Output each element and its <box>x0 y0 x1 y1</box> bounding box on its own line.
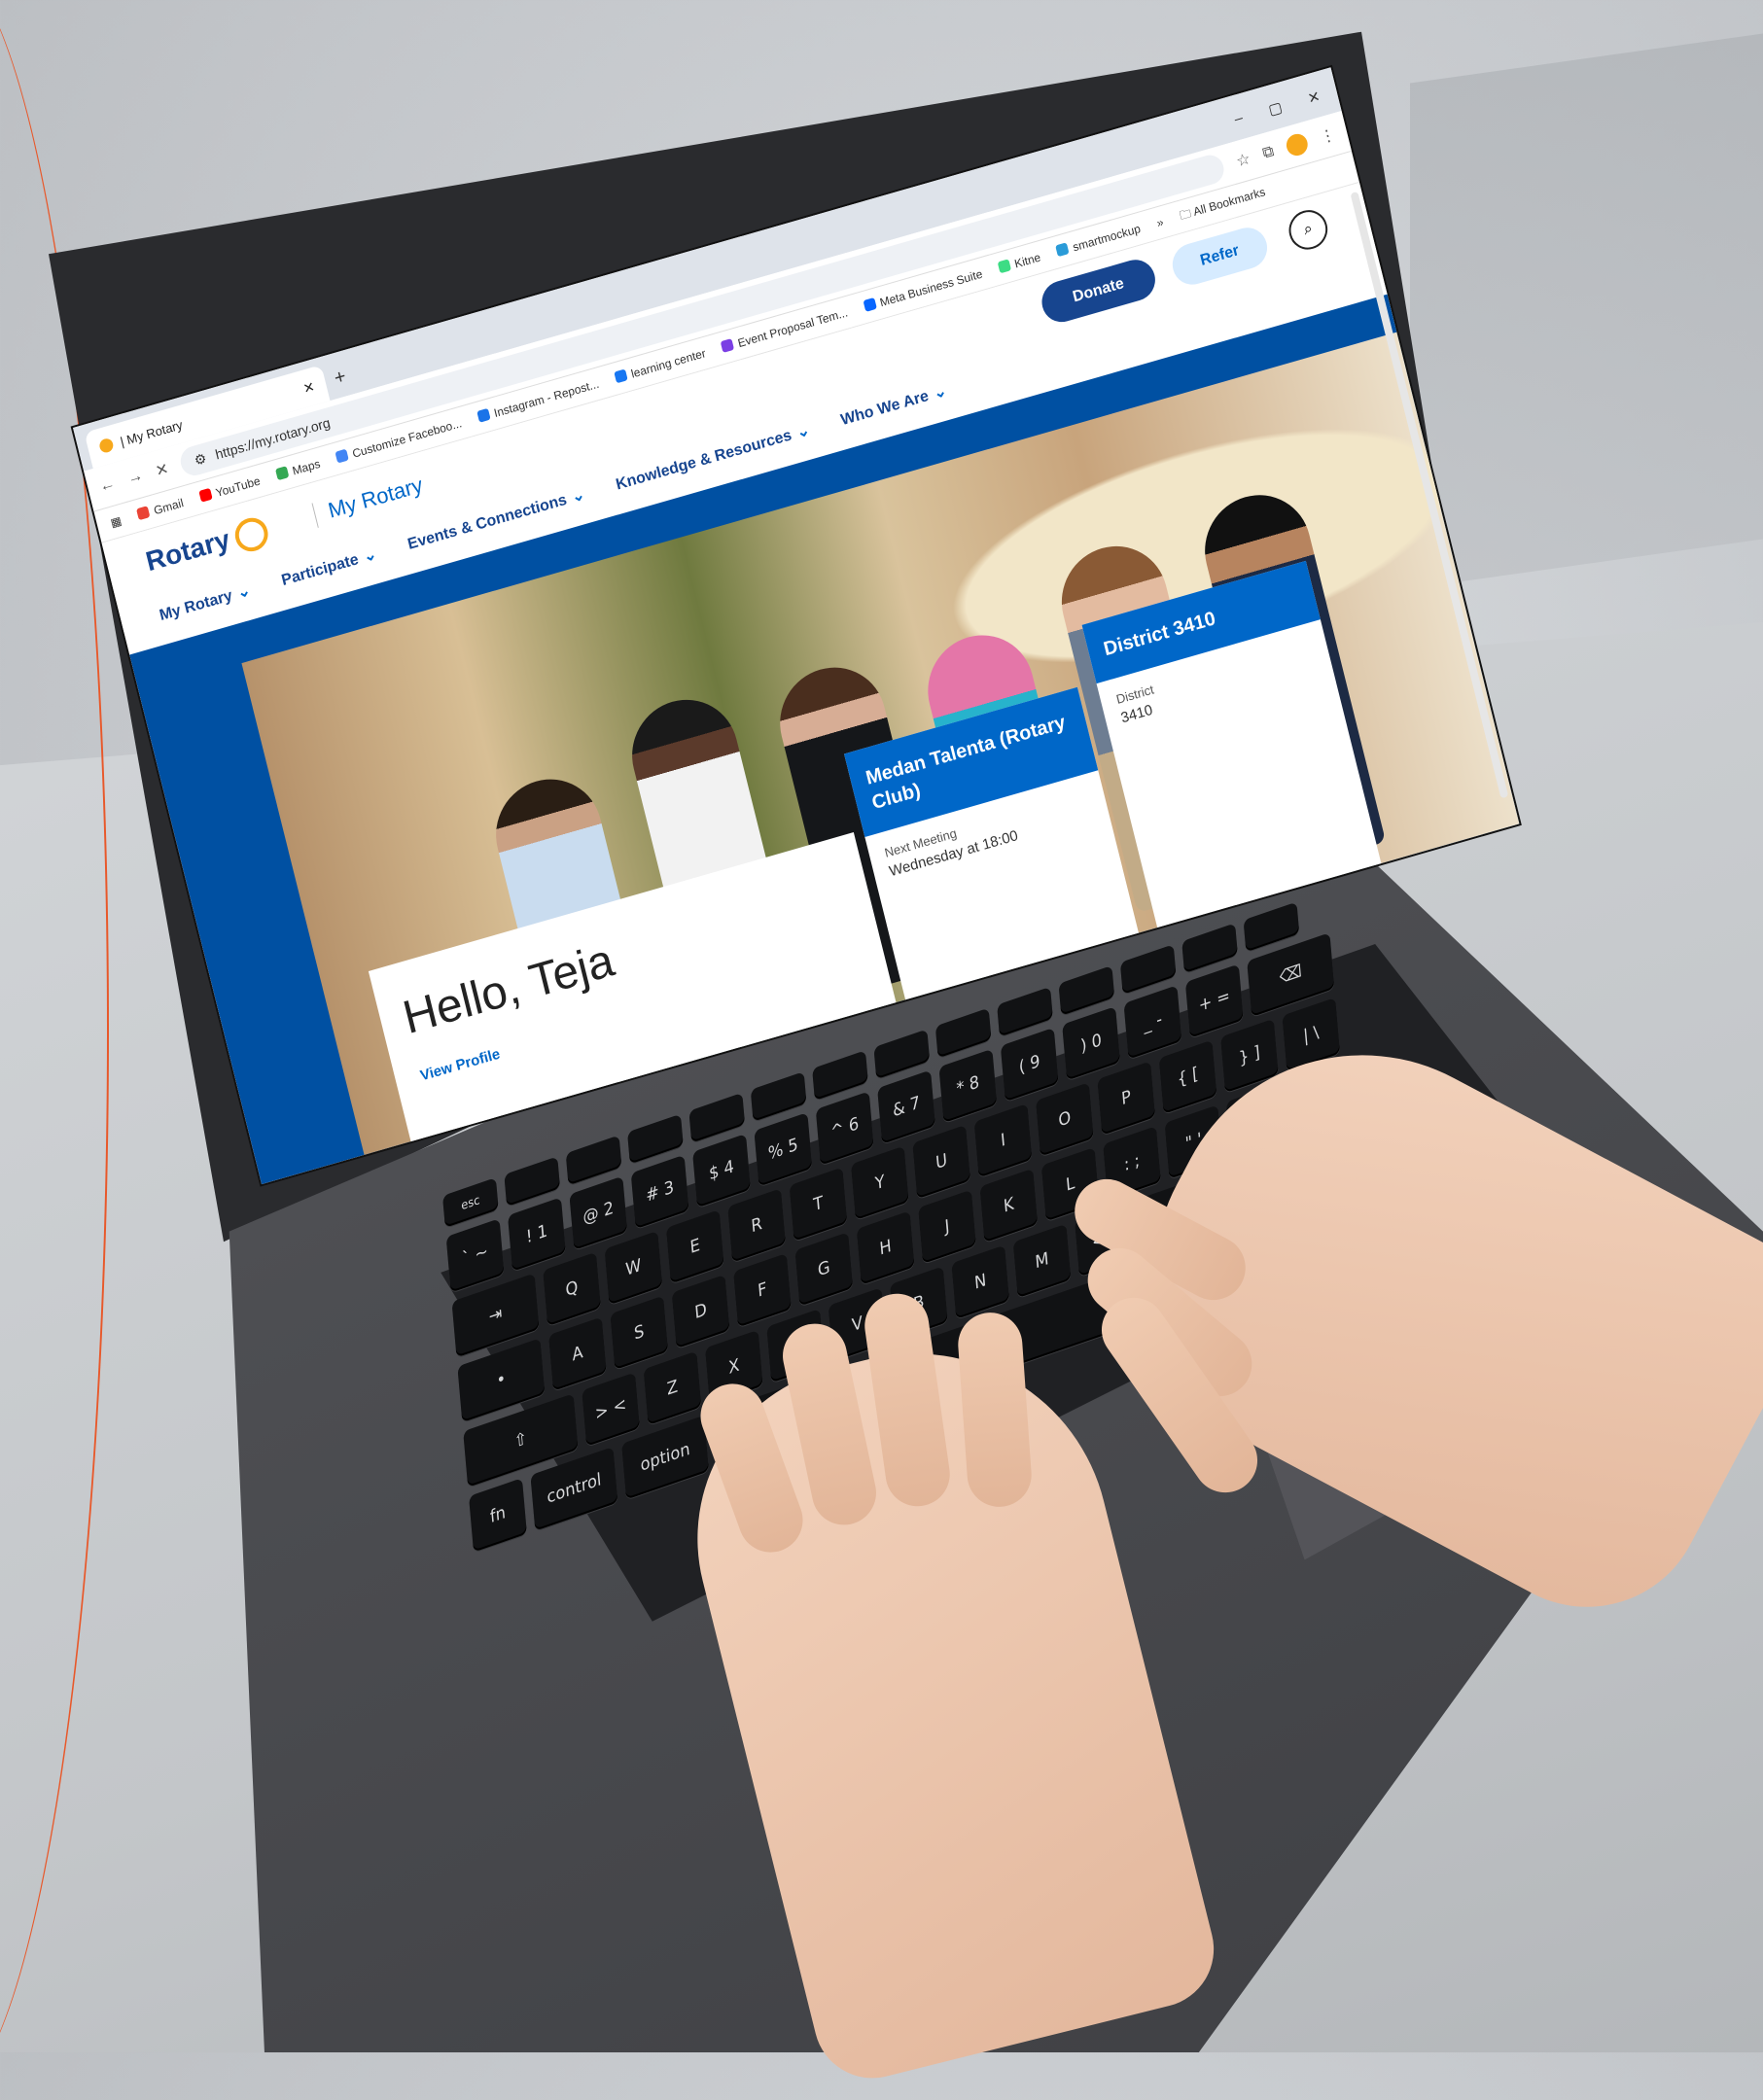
keyboard-key[interactable]: N <box>951 1244 1010 1319</box>
keyboard-key[interactable]: * 8 <box>938 1048 998 1124</box>
more-bookmarks-button[interactable]: » <box>1155 215 1165 229</box>
document-icon <box>721 337 735 353</box>
keyboard-key[interactable]: F <box>733 1253 792 1328</box>
logo-text: Rotary <box>142 523 233 578</box>
keyboard-key[interactable]: Z <box>643 1350 702 1425</box>
keyboard-key[interactable]: % 5 <box>754 1112 813 1187</box>
chevron-down-icon: ⌄ <box>794 421 812 442</box>
keyboard-key[interactable]: ` ~ <box>445 1218 505 1293</box>
keyboard-key[interactable]: J <box>918 1189 976 1264</box>
search-icon[interactable]: ⌕ <box>1285 205 1332 255</box>
keyboard-key[interactable]: { [ <box>1158 1039 1217 1114</box>
left-finger <box>956 1310 1034 1510</box>
keyboard-key[interactable]: R <box>727 1188 787 1263</box>
gmail-icon <box>136 506 151 521</box>
bookmark-maps[interactable]: Maps <box>274 456 322 482</box>
wall-shadow <box>1410 33 1763 589</box>
extensions-icon[interactable]: ⧉ <box>1261 143 1276 163</box>
instagram-icon <box>476 407 491 423</box>
keyboard-key[interactable]: # 3 <box>630 1154 689 1230</box>
forward-icon[interactable]: → <box>125 467 145 488</box>
meta-icon <box>863 298 877 313</box>
bookmark-label: Gmail <box>152 496 186 518</box>
smartmockup-icon <box>1055 242 1070 258</box>
menu-icon[interactable]: ⋮ <box>1318 124 1337 148</box>
chevron-down-icon: ⌄ <box>570 486 587 507</box>
keyboard-key[interactable]: A <box>547 1316 607 1391</box>
minimize-button[interactable]: – <box>1233 110 1245 129</box>
stop-icon[interactable]: ✕ <box>154 459 171 481</box>
bookmark-kitne[interactable]: Kitne <box>997 250 1042 275</box>
keyboard-key[interactable]: K <box>979 1168 1039 1243</box>
chevron-down-icon: ⌄ <box>362 545 379 566</box>
keyboard-key[interactable]: fn <box>469 1478 527 1553</box>
apps-icon[interactable]: ▦ <box>109 513 123 530</box>
google-icon <box>335 448 350 464</box>
nav-who-we-are[interactable]: Who We Are ⌄ <box>839 381 949 430</box>
keyboard-key[interactable]: Q <box>543 1251 601 1327</box>
youtube-icon <box>198 487 213 503</box>
keyboard-key[interactable]: G <box>794 1232 854 1307</box>
keyboard-key[interactable]: S <box>610 1295 669 1371</box>
close-window-button[interactable]: ✕ <box>1306 88 1322 108</box>
star-icon[interactable]: ☆ <box>1234 149 1252 171</box>
keyboard-key[interactable]: + = <box>1184 963 1244 1038</box>
refer-button[interactable]: Refer <box>1168 223 1272 290</box>
tab-title: | My Rotary <box>118 416 185 449</box>
close-tab-icon[interactable]: ✕ <box>301 378 316 398</box>
bookmark-label: Kitne <box>1012 250 1042 271</box>
nav-label: Participate <box>279 551 361 590</box>
keyboard-key[interactable]: & 7 <box>877 1069 936 1144</box>
chevron-down-icon: ⌄ <box>932 382 949 402</box>
keyboard-key[interactable]: T <box>789 1167 848 1242</box>
nav-participate[interactable]: Participate ⌄ <box>279 544 378 590</box>
kitne-icon <box>997 259 1012 274</box>
bookmark-label: Maps <box>291 456 322 478</box>
keyboard-key[interactable]: ! 1 <box>508 1197 566 1272</box>
keyboard-key[interactable]: _ - <box>1123 985 1182 1060</box>
nav-my-rotary[interactable]: My Rotary ⌄ <box>158 580 253 625</box>
keyboard-key[interactable]: O <box>1035 1082 1094 1157</box>
keyboard-key[interactable]: ) 0 <box>1062 1006 1121 1081</box>
bookmark-label: YouTube <box>214 473 262 501</box>
photo-scene: esc ` ~! 1 @ 2 # 3 $ 4% 5 ^ 6 & 7 * 8( 9) 0 _ - +… <box>0 0 1763 2100</box>
view-profile-link[interactable]: View Profile <box>419 1046 502 1085</box>
facebook-icon <box>614 368 628 384</box>
maps-icon <box>274 466 290 481</box>
keyboard-key[interactable]: $ 4 <box>692 1133 751 1208</box>
keyboard-key[interactable]: M <box>1012 1223 1072 1299</box>
keyboard-key[interactable]: U <box>912 1124 971 1200</box>
profile-icon[interactable] <box>1284 131 1311 158</box>
my-rotary-link[interactable]: My Rotary <box>311 472 426 528</box>
new-tab-button[interactable]: + <box>333 366 349 391</box>
keyboard-key[interactable]: @ 2 <box>569 1175 628 1250</box>
bookmark-gmail[interactable]: Gmail <box>136 496 185 522</box>
keyboard-key[interactable]: Y <box>850 1145 909 1221</box>
keyboard-key[interactable]: P <box>1097 1061 1156 1136</box>
keyboard-key[interactable]: ^ 6 <box>815 1091 874 1166</box>
maximize-button[interactable]: ▢ <box>1266 98 1285 119</box>
keyboard-key[interactable]: D <box>671 1274 730 1349</box>
keyboard-key[interactable]: E <box>665 1209 724 1284</box>
keyboard-key[interactable]: H <box>856 1210 915 1285</box>
keyboard-key[interactable]: > < <box>582 1372 641 1447</box>
nav-label: Who We Are <box>839 387 931 430</box>
site-info-icon[interactable]: ⚙ <box>193 449 208 469</box>
chevron-down-icon: ⌄ <box>235 581 253 603</box>
rotary-favicon-icon <box>97 437 115 455</box>
keyboard-key[interactable]: I <box>973 1103 1033 1178</box>
back-icon[interactable]: ← <box>98 475 118 497</box>
rotary-wheel-icon <box>230 513 271 555</box>
keyboard-key[interactable]: ( 9 <box>1000 1027 1059 1102</box>
keyboard-key[interactable]: W <box>604 1230 663 1306</box>
nav-label: My Rotary <box>158 587 234 625</box>
